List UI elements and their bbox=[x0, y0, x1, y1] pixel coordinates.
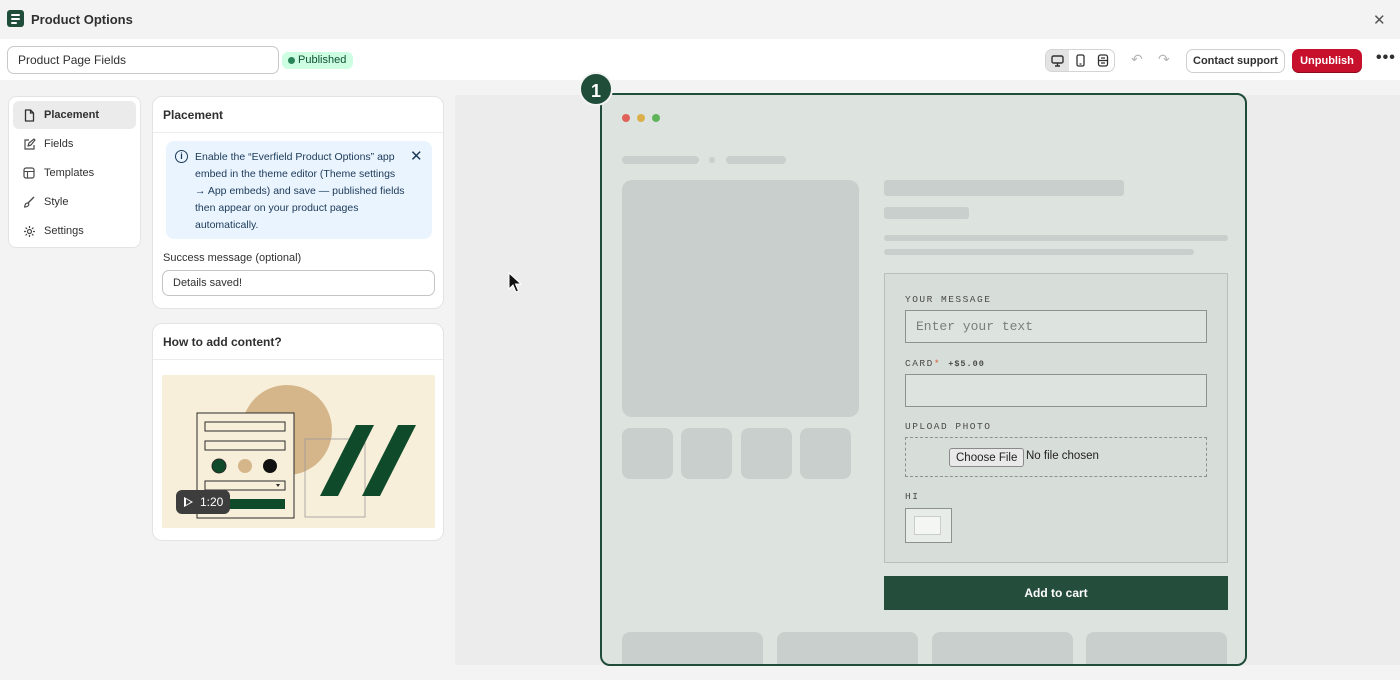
panel-title: How to add content? bbox=[153, 324, 443, 360]
sidebar-item-placement[interactable]: Placement bbox=[13, 101, 136, 129]
sidebar-item-label: Templates bbox=[44, 167, 95, 179]
tutorial-video[interactable]: 1:20 bbox=[162, 375, 435, 528]
title-bar: Product Options ✕ bbox=[0, 0, 1400, 39]
page-name-input[interactable] bbox=[7, 46, 279, 74]
related-product-skeleton bbox=[932, 632, 1073, 664]
sidebar-item-settings[interactable]: Settings bbox=[13, 217, 136, 245]
red-dot-icon bbox=[622, 114, 630, 122]
product-image-skeleton bbox=[622, 180, 859, 417]
card-label: CARD* +$5.00 bbox=[905, 358, 985, 369]
status-dot-icon bbox=[288, 57, 295, 64]
description-skeleton bbox=[884, 235, 1228, 241]
card-input[interactable] bbox=[905, 374, 1207, 407]
gear-icon bbox=[22, 224, 36, 238]
status-badge-label: Published bbox=[298, 54, 347, 66]
storefront-preview-frame: YOUR MESSAGE Enter your text CARD* +$5.0… bbox=[600, 93, 1247, 666]
thumbnail-skeleton bbox=[741, 428, 792, 479]
thumbnail-skeleton bbox=[800, 428, 851, 479]
product-options-form: YOUR MESSAGE Enter your text CARD* +$5.0… bbox=[884, 273, 1228, 563]
price-skeleton bbox=[884, 207, 969, 219]
card-label-text: CARD bbox=[905, 358, 934, 369]
choose-file-button[interactable]: Choose File bbox=[949, 448, 1025, 467]
help-panel: How to add content? 1:20 bbox=[152, 323, 444, 541]
upload-dropzone[interactable]: Choose File No file chosen bbox=[905, 437, 1207, 477]
hi-label: HI bbox=[905, 491, 920, 502]
card-price: +$5.00 bbox=[948, 359, 985, 369]
sidebar-item-label: Placement bbox=[44, 109, 100, 121]
duration-label: 1:20 bbox=[200, 495, 224, 509]
sidebar-item-style[interactable]: Style bbox=[13, 188, 136, 216]
undo-icon[interactable]: ↶ bbox=[1131, 51, 1143, 68]
toolbar: Published ↶ ↷ Contact support Unpublish … bbox=[0, 39, 1400, 80]
video-duration: 1:20 bbox=[176, 490, 231, 514]
sidebar-item-label: Fields bbox=[44, 138, 74, 150]
sidebar-item-fields[interactable]: Fields bbox=[13, 130, 136, 158]
view-mode-switcher bbox=[1045, 49, 1115, 72]
green-dot-icon bbox=[652, 114, 660, 122]
thumbnail-skeleton bbox=[681, 428, 732, 479]
step-badge: 1 bbox=[579, 72, 613, 106]
sidebar-item-templates[interactable]: Templates bbox=[13, 159, 136, 187]
panel-title: Placement bbox=[153, 97, 443, 133]
title-skeleton bbox=[884, 180, 1124, 196]
placement-panel: Placement i Enable the “Everfield Produc… bbox=[152, 96, 444, 309]
banner-text: Enable the “Everfield Product Options” a… bbox=[195, 151, 405, 231]
app-title: Product Options bbox=[31, 12, 133, 27]
sidebar-item-label: Settings bbox=[44, 225, 84, 237]
message-label: YOUR MESSAGE bbox=[905, 294, 992, 305]
app-icon bbox=[7, 10, 24, 27]
status-badge: Published bbox=[282, 52, 354, 69]
description-skeleton bbox=[884, 249, 1194, 255]
brush-icon bbox=[22, 195, 36, 209]
contact-support-button[interactable]: Contact support bbox=[1186, 49, 1285, 73]
related-product-skeleton bbox=[1086, 632, 1227, 664]
related-product-skeleton bbox=[777, 632, 918, 664]
unpublish-button[interactable]: Unpublish bbox=[1292, 49, 1362, 73]
fullscreen-icon[interactable] bbox=[1091, 50, 1114, 71]
page-icon bbox=[22, 108, 36, 122]
required-marker: * bbox=[933, 358, 942, 369]
add-to-cart-button[interactable]: Add to cart bbox=[884, 576, 1228, 610]
image-swatch[interactable] bbox=[905, 508, 952, 543]
play-icon bbox=[184, 497, 193, 507]
desktop-icon[interactable] bbox=[1046, 50, 1069, 71]
info-icon: i bbox=[175, 150, 188, 163]
breadcrumb-skeleton bbox=[726, 156, 786, 164]
mouse-cursor-icon bbox=[508, 272, 522, 293]
success-message-label: Success message (optional) bbox=[163, 252, 302, 264]
info-banner: i Enable the “Everfield Product Options”… bbox=[166, 141, 432, 239]
breadcrumb-skeleton bbox=[622, 156, 699, 164]
no-file-text: No file chosen bbox=[1026, 450, 1099, 462]
image-icon bbox=[914, 516, 941, 535]
thumbnail-skeleton bbox=[622, 428, 673, 479]
mobile-icon[interactable] bbox=[1069, 50, 1092, 71]
redo-icon[interactable]: ↷ bbox=[1158, 51, 1170, 68]
related-product-skeleton bbox=[622, 632, 763, 664]
breadcrumb-skeleton bbox=[709, 157, 715, 163]
sidebar-item-label: Style bbox=[44, 196, 69, 208]
close-icon[interactable]: ✕ bbox=[410, 147, 423, 165]
yellow-dot-icon bbox=[637, 114, 645, 122]
upload-label: UPLOAD PHOTO bbox=[905, 421, 992, 432]
message-input[interactable]: Enter your text bbox=[905, 310, 1207, 343]
more-horizontal-icon[interactable]: ••• bbox=[1376, 49, 1396, 67]
success-message-input[interactable] bbox=[162, 270, 435, 296]
close-icon[interactable]: ✕ bbox=[1373, 11, 1386, 29]
edit-icon bbox=[22, 137, 36, 151]
template-icon bbox=[22, 166, 36, 180]
sidebar-nav: Placement Fields Templates Style Setting… bbox=[8, 96, 141, 248]
